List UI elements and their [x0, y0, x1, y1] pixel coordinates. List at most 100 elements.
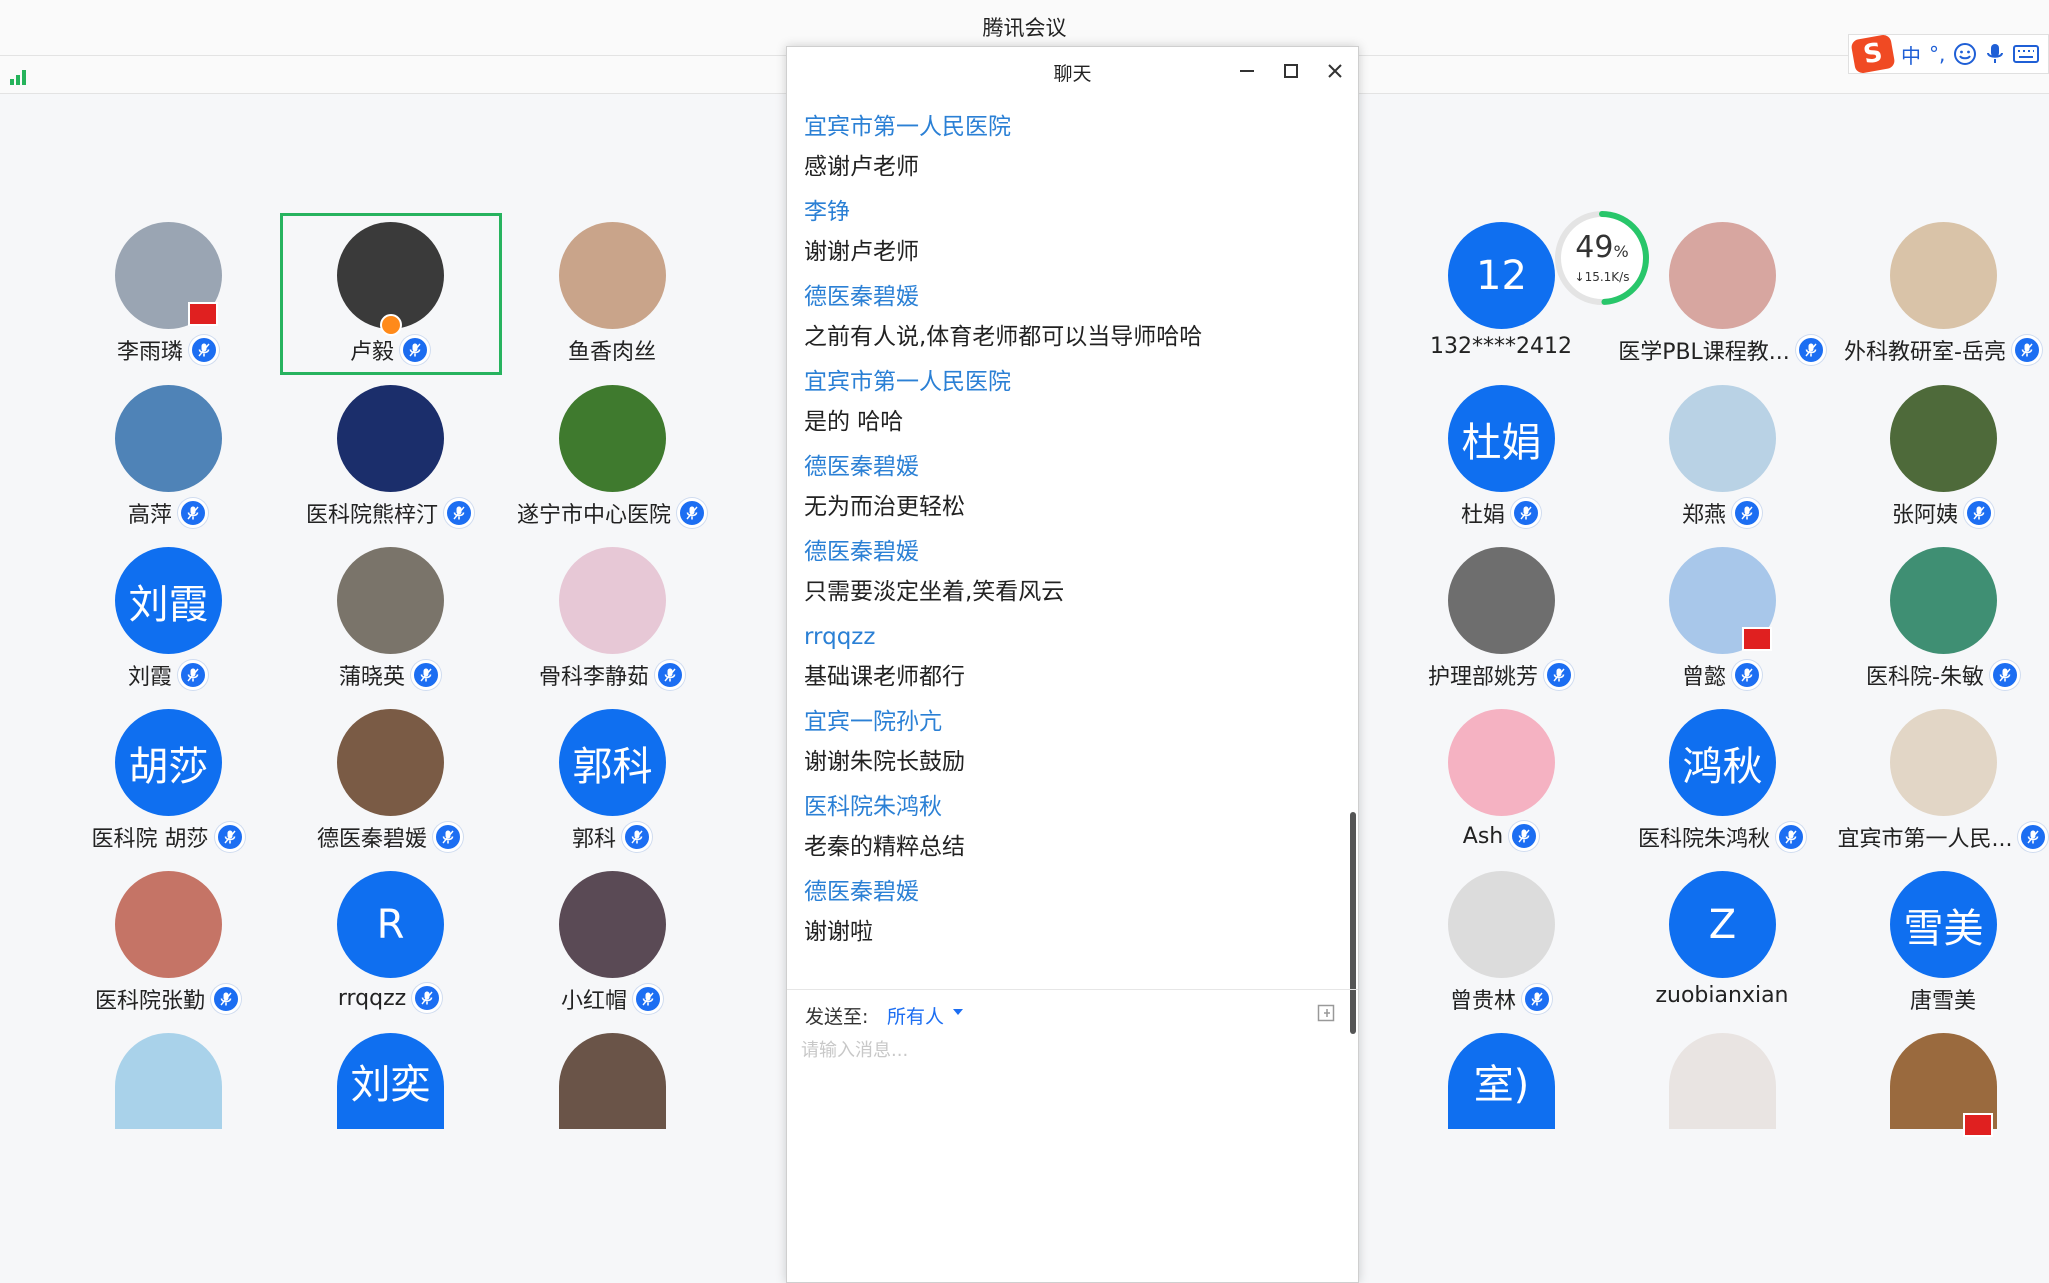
participant-tile[interactable]: 刘奕 [280, 1021, 500, 1171]
mic-muted-icon [178, 660, 208, 690]
message-input[interactable] [801, 1036, 1341, 1266]
participant-tile[interactable]: 张阿姨 [1833, 373, 2049, 528]
message-sender[interactable]: rrqqzz [804, 617, 1358, 657]
participant-tile[interactable]: 鱼香肉丝 [502, 210, 722, 365]
keyboard-icon[interactable] [2013, 44, 2040, 64]
participant-tile[interactable]: 护理部姚芳 [1391, 535, 1611, 690]
avatar [1448, 871, 1555, 978]
participant-tile[interactable]: 蒲晓英 [280, 535, 500, 690]
message-sender[interactable]: 宜宾市第一人民医院 [804, 107, 1358, 147]
participant-name: 小红帽 [560, 989, 627, 1014]
participant-tile[interactable]: 李雨璘 [58, 210, 278, 365]
message-sender[interactable]: 德医秦碧媛 [804, 872, 1358, 912]
mic-muted-icon [1509, 821, 1540, 851]
participant-name: 曾贵林 [1449, 989, 1516, 1014]
participant-name: 郭科 [571, 827, 616, 852]
ime-punct-toggle[interactable]: °, [1929, 42, 1945, 66]
message-text: 谢谢朱院长鼓励 [804, 749, 965, 775]
participant-tile[interactable]: 宜宾市第一人民... [1833, 697, 2049, 852]
participant-name: 唐雪美 [1909, 989, 1976, 1014]
message-sender[interactable]: 德医秦碧媛 [804, 532, 1358, 572]
signal-strength-icon[interactable] [10, 69, 30, 85]
message-sender[interactable]: 宜宾市第一人民医院 [804, 362, 1358, 402]
participant-tile[interactable]: 杜娟 杜娟 [1391, 373, 1611, 528]
participant-tile[interactable]: Rrrqqzz [280, 859, 500, 1013]
participant-name: 外科教研室-岳亮 [1844, 340, 2006, 365]
chat-window: 聊天 宜宾市第一人民医院 感谢卢老师 李铮 谢谢卢老师 德医秦碧媛 之前有人说,体育老师都… [786, 46, 1359, 1283]
participant-name-row: Ash [1391, 821, 1611, 851]
participant-tile[interactable]: 雪美 唐雪美 [1833, 859, 2049, 1014]
participant-tile[interactable]: 曾贵林 [1391, 859, 1611, 1014]
participant-tile[interactable]: 刘霞 刘霞 [58, 535, 278, 690]
participant-tile[interactable]: 郑燕 [1612, 373, 1832, 528]
participant-tile[interactable] [58, 1021, 278, 1171]
participant-tile[interactable]: 医科院熊梓汀 [280, 373, 500, 528]
avatar [559, 547, 666, 654]
participant-tile[interactable]: 遂宁市中心医院 [502, 373, 722, 528]
network-speed-widget[interactable]: 49% ↓15.1K/s [1552, 208, 1652, 308]
message-text: 是的 哈哈 [804, 409, 904, 435]
participant-name: 宜宾市第一人民... [1837, 827, 2013, 852]
screenshot-icon[interactable] [1317, 1004, 1335, 1022]
message-list[interactable]: 宜宾市第一人民医院 感谢卢老师 李铮 谢谢卢老师 德医秦碧媛 之前有人说,体育老师都可以当… [787, 107, 1358, 1035]
participant-tile[interactable]: Zzuobianxian [1612, 859, 1832, 1009]
dropdown-caret-icon[interactable] [953, 1009, 963, 1015]
avatar [1448, 709, 1555, 816]
chat-message: 李铮 谢谢卢老师 [787, 192, 1358, 277]
participant-tile[interactable]: 鸿秋 医科院朱鸿秋 [1612, 697, 1832, 852]
message-sender[interactable]: 宜宾一院孙亢 [804, 702, 1358, 742]
participant-tile[interactable] [1612, 1021, 1832, 1171]
participant-tile[interactable] [502, 1021, 722, 1171]
chat-header[interactable]: 聊天 [787, 47, 1358, 95]
send-to-dropdown[interactable]: 所有人 [887, 1002, 944, 1029]
participant-name-row: 医科院-朱敏 [1833, 659, 2049, 691]
message-sender[interactable]: 德医秦碧媛 [804, 447, 1358, 487]
message-sender[interactable]: 德医秦碧媛 [804, 277, 1358, 317]
mic-muted-icon [677, 498, 707, 528]
maximize-button[interactable] [1277, 57, 1305, 85]
participant-tile[interactable] [1833, 1021, 2049, 1171]
participant-tile[interactable]: 骨科李静茹 [502, 535, 722, 690]
mic-muted-icon [1522, 984, 1552, 1014]
participant-tile[interactable]: 医科院张勤 [58, 859, 278, 1014]
smiley-icon[interactable] [1953, 42, 1977, 66]
participant-name-row: 医科院张勤 [58, 983, 278, 1015]
message-sender[interactable]: 医科院朱鸿秋 [804, 787, 1358, 827]
participant-name: 遂宁市中心医院 [516, 503, 671, 528]
participant-name: 杜娟 [1460, 503, 1505, 528]
ime-toolbar[interactable]: S 中 °, [1848, 33, 2049, 75]
avatar: 胡莎 [115, 709, 222, 816]
avatar [337, 547, 444, 654]
minimize-button[interactable] [1233, 57, 1261, 85]
ime-mode-toggle[interactable]: 中 [1901, 40, 1921, 69]
participant-tile[interactable]: 高萍 [58, 373, 278, 528]
participant-tile[interactable]: 医科院-朱敏 [1833, 535, 2049, 690]
message-sender[interactable]: 李铮 [804, 192, 1358, 232]
mic-muted-icon [1964, 498, 1994, 528]
message-text: 谢谢卢老师 [804, 239, 919, 265]
participant-name: 刘霞 [127, 665, 172, 690]
participant-tile[interactable]: 小红帽 [502, 859, 722, 1014]
participant-tile[interactable]: 曾懿 [1612, 535, 1832, 690]
voice-input-icon[interactable] [1985, 42, 2005, 66]
participant-name-row: 杜娟 [1391, 497, 1611, 529]
participant-tile[interactable]: 德医秦碧媛 [280, 697, 500, 852]
chat-message: 德医秦碧媛 只需要淡定坐着,笑看风云 [787, 532, 1358, 617]
participant-tile[interactable]: 室) [1391, 1021, 1611, 1171]
close-button[interactable] [1321, 57, 1349, 85]
chat-message: 德医秦碧媛 之前有人说,体育老师都可以当导师哈哈 [787, 277, 1358, 362]
avatar [115, 871, 222, 978]
participant-tile[interactable]: 胡莎 医科院 胡莎 [58, 697, 278, 852]
participant-tile[interactable]: Ash [1391, 697, 1611, 851]
participant-name: 德医秦碧媛 [316, 827, 427, 852]
avatar [1890, 547, 1997, 654]
mic-muted-icon [1795, 335, 1826, 365]
sogou-logo[interactable]: S [1850, 33, 1896, 75]
participant-tile[interactable]: 郭科 郭科 [502, 697, 722, 852]
participant-name-row: 曾懿 [1612, 659, 1832, 691]
participant-name: 骨科李静茹 [538, 665, 649, 690]
participant-name-row: 遂宁市中心医院 [502, 497, 722, 529]
avatar [559, 871, 666, 978]
participant-tile[interactable]: 外科教研室-岳亮 [1833, 210, 2049, 365]
participant-name-row: zuobianxian [1612, 983, 1832, 1008]
